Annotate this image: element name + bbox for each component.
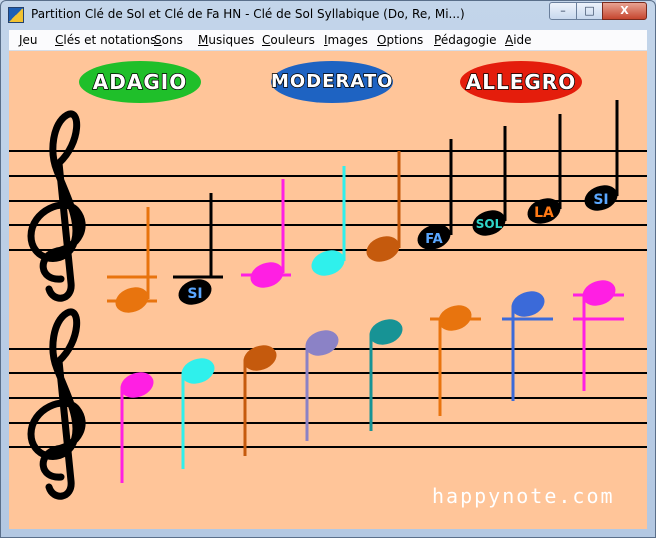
menu-couleurs[interactable]: Couleurs	[262, 33, 315, 47]
note-label-sol: SOL	[476, 217, 503, 231]
note-label-la: LA	[534, 205, 554, 221]
app-window: Partition Clé de Sol et Clé de Fa HN - C…	[0, 0, 656, 538]
note-label-fa: FA	[425, 232, 442, 247]
brand-watermark: happynote.com	[432, 484, 615, 508]
upper-note-4[interactable]	[308, 166, 348, 280]
window-title: Partition Clé de Sol et Clé de Fa HN - C…	[31, 7, 465, 21]
close-button[interactable]: X	[602, 2, 647, 20]
treble-clef-icon	[27, 308, 86, 500]
menu-musiques[interactable]: Musiques	[198, 33, 254, 47]
minimize-button[interactable]: –	[549, 2, 577, 20]
menu-options[interactable]: Options	[377, 33, 423, 47]
title-bar[interactable]: Partition Clé de Sol et Clé de Fa HN - C…	[1, 1, 655, 29]
lower-note-7[interactable]	[502, 287, 553, 401]
menu-pedagogie[interactable]: Pédagogie	[434, 33, 496, 47]
upper-note-3[interactable]	[241, 179, 291, 292]
upper-note-5[interactable]	[363, 151, 403, 266]
upper-note-2[interactable]: SI	[173, 193, 223, 309]
upper-note-7[interactable]: SOL	[469, 126, 509, 240]
menu-jeu[interactable]: Jeu	[19, 33, 38, 47]
score-canvas[interactable]: ADAGIO MODERATO ALLEGRO SI FA SOL LA SI …	[9, 51, 647, 529]
staff-svg: SI FA SOL LA SI	[9, 100, 647, 500]
upper-note-1[interactable]	[107, 207, 157, 317]
upper-note-9[interactable]: SI	[581, 100, 621, 215]
note-label-si: SI	[187, 286, 202, 302]
menu-bar: Jeu Clés et notations Sons Musiques Coul…	[9, 30, 647, 51]
note-label-si-2: SI	[593, 192, 608, 208]
app-icon[interactable]	[8, 7, 24, 23]
lower-staff	[9, 348, 647, 448]
menu-aide[interactable]: Aide	[505, 33, 532, 47]
lower-note-2[interactable]	[178, 354, 218, 469]
upper-note-8[interactable]: LA	[524, 114, 564, 228]
upper-note-6[interactable]: FA	[414, 139, 454, 254]
menu-images[interactable]: Images	[324, 33, 368, 47]
menu-cles-notations[interactable]: Clés et notations	[55, 33, 156, 47]
lower-note-1[interactable]	[117, 368, 157, 483]
maximize-button[interactable]: □	[576, 2, 603, 20]
menu-sons[interactable]: Sons	[154, 33, 183, 47]
treble-clef-icon	[27, 110, 86, 302]
